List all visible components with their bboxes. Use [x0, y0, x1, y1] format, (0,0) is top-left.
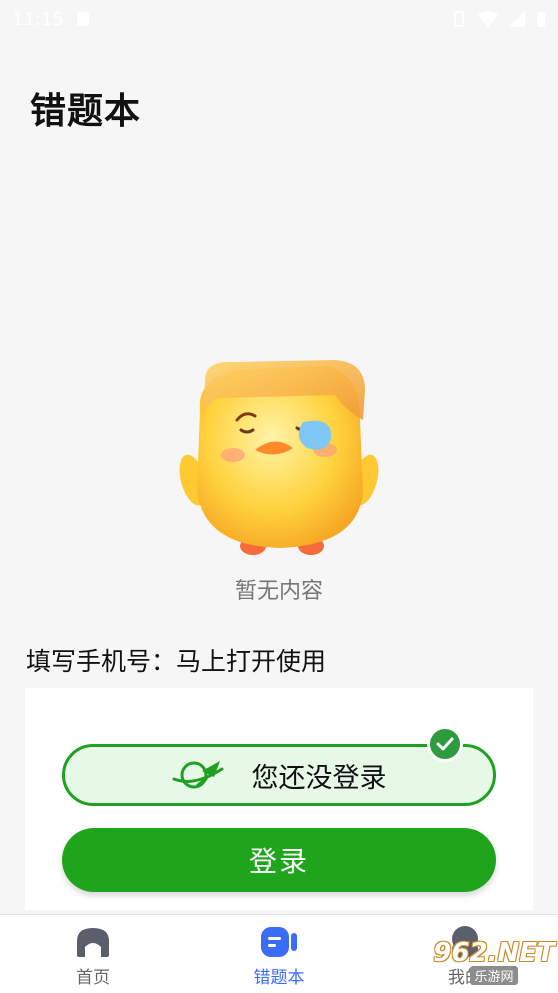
- notification-icon: [76, 12, 89, 26]
- check-circle-icon: [427, 726, 463, 762]
- tab-notebook[interactable]: 错题本: [186, 915, 372, 993]
- watermark-sub: 乐游网: [470, 965, 518, 985]
- status-time: 11:15: [12, 8, 64, 30]
- phone-prompt-text: 填写手机号：马上打开使用: [26, 647, 327, 676]
- vibrate-icon: [454, 11, 464, 27]
- empty-state-text: 暂无内容: [234, 579, 323, 604]
- wifi-icon: [478, 11, 498, 27]
- status-left: 11:15: [12, 9, 90, 30]
- watermark-main: 962.NET: [433, 937, 555, 968]
- signal-icon: [509, 11, 525, 27]
- status-right: [450, 10, 546, 28]
- tab-home-label: 首页: [76, 968, 110, 988]
- site-watermark: 962.NET 乐游网: [430, 930, 558, 992]
- home-icon: [74, 925, 112, 959]
- page-title: 错题本: [30, 91, 142, 132]
- login-card: 您还没登录 登录: [25, 688, 533, 910]
- tab-home[interactable]: 首页: [0, 915, 186, 993]
- crying-chick-illustration: [179, 360, 379, 555]
- rocket-planet-icon: [172, 761, 223, 789]
- notebook-icon: [259, 925, 299, 959]
- battery-icon: [537, 12, 545, 27]
- login-button[interactable]: 登录: [62, 828, 496, 892]
- login-status-text: 您还没登录: [251, 762, 387, 794]
- tab-notebook-label: 错题本: [253, 968, 305, 988]
- status-bar: 11:15: [0, 0, 558, 38]
